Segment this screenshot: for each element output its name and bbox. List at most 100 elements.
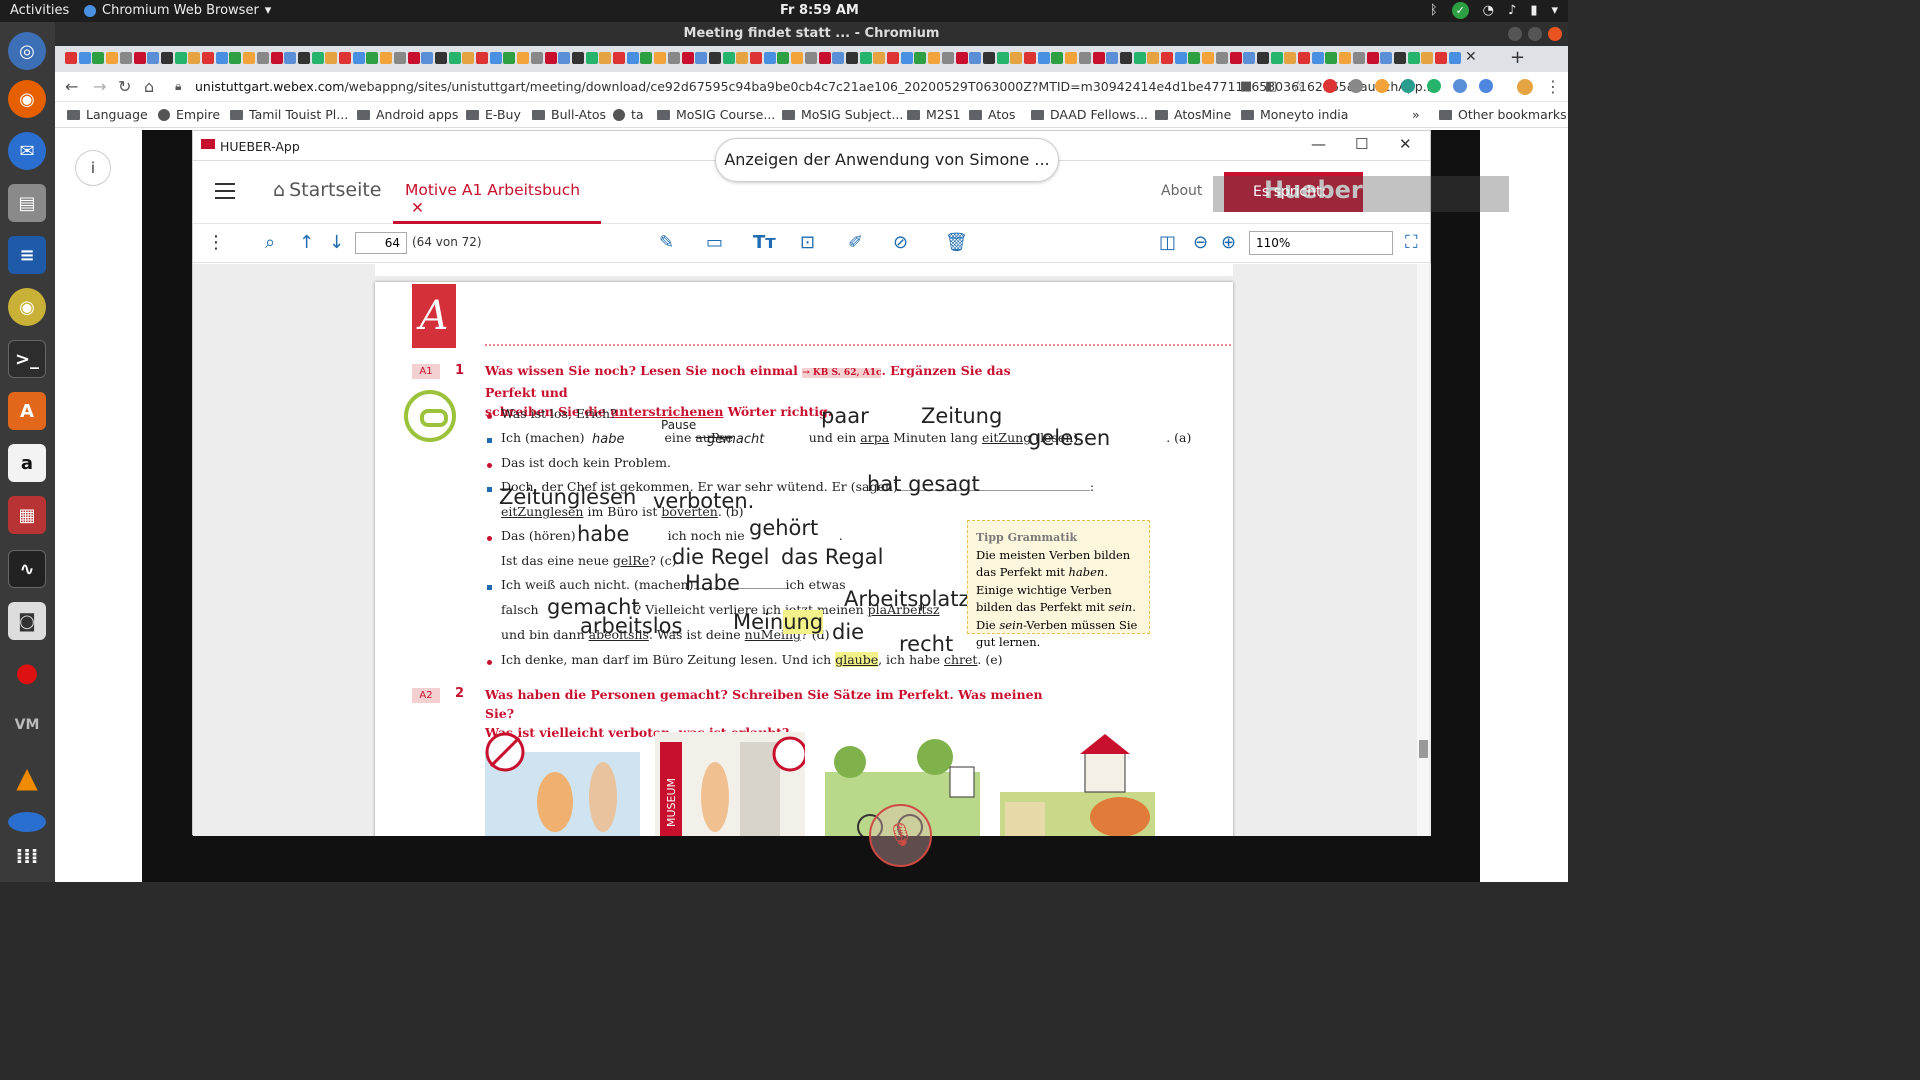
minimize-button[interactable] (1508, 27, 1522, 41)
tab-favicon[interactable] (845, 52, 858, 64)
tab-favicon[interactable] (1010, 52, 1023, 64)
tab-favicon[interactable] (667, 52, 680, 64)
comment-icon[interactable]: ▭ (706, 234, 723, 252)
extension-icon[interactable] (1349, 79, 1363, 93)
tab-favicon[interactable] (1380, 52, 1393, 64)
cherry-icon[interactable]: ● (8, 654, 46, 692)
tab-favicon[interactable] (654, 52, 667, 64)
back-icon[interactable]: ← (65, 77, 78, 96)
tab-favicon[interactable] (1421, 52, 1434, 64)
software-center-icon[interactable]: A (8, 392, 46, 430)
tab-favicon[interactable] (366, 52, 379, 64)
tab-favicon[interactable] (626, 52, 639, 64)
maximize-button[interactable] (1528, 27, 1542, 41)
tab-favicon[interactable] (681, 52, 694, 64)
hamburger-menu-icon[interactable] (215, 183, 235, 204)
menu-icon[interactable]: ⋮ (1545, 77, 1561, 96)
tab-favicon[interactable] (215, 52, 228, 64)
tab-favicon[interactable] (887, 52, 899, 64)
tab-favicon[interactable] (188, 52, 201, 64)
tab-favicon[interactable] (1106, 52, 1119, 64)
activities-button[interactable]: Activities (10, 3, 69, 18)
close-icon[interactable]: ✕ (1399, 135, 1412, 153)
tab-favicon[interactable] (174, 52, 187, 64)
tab-favicon[interactable] (407, 52, 420, 64)
minimize-icon[interactable]: — (1311, 135, 1326, 153)
chromium-launcher-icon[interactable]: ◎ (8, 32, 46, 70)
tab-favicon[interactable] (1448, 52, 1461, 64)
bookmark-item[interactable]: AtosMine (1155, 107, 1231, 122)
writer-icon[interactable]: ≡ (8, 236, 46, 274)
tab-favicon[interactable] (544, 52, 557, 64)
tab-favicon[interactable] (1092, 52, 1105, 64)
vmware-icon[interactable]: VM (8, 706, 46, 744)
tab-favicon[interactable] (585, 52, 598, 64)
tab-favicon[interactable] (571, 52, 584, 64)
bookmarks-overflow-button[interactable]: » (1412, 107, 1420, 122)
tab-favicon[interactable] (147, 52, 160, 64)
tab-favicon[interactable] (1119, 52, 1132, 64)
bookmark-item[interactable]: MoSIG Course... (657, 107, 775, 122)
extension-icon[interactable] (1427, 79, 1441, 93)
tab-favicon[interactable] (750, 52, 762, 64)
tab-favicon[interactable] (1366, 52, 1379, 64)
tab-favicon[interactable] (640, 52, 653, 64)
avatar[interactable] (1517, 79, 1533, 95)
tab-favicon[interactable] (1407, 52, 1420, 64)
bookmark-item[interactable]: ta (613, 107, 644, 122)
bookmark-item[interactable]: M2S1 (907, 107, 961, 122)
tab-favicon[interactable] (160, 52, 173, 64)
tab-favicon[interactable] (65, 52, 77, 64)
app-menu[interactable]: Chromium Web Browser ▾ (84, 3, 271, 18)
tab-favicon[interactable] (1024, 52, 1036, 64)
delete-icon[interactable]: 🗑︎ (945, 234, 968, 252)
tab-favicon[interactable] (599, 52, 612, 64)
clock[interactable]: Fr 8:59 AM (780, 3, 859, 18)
extension-icon[interactable] (1453, 79, 1467, 93)
home-icon[interactable]: ⌂ (144, 77, 154, 96)
files-icon[interactable]: ▤ (8, 184, 46, 222)
page-number-input[interactable]: 64 (355, 232, 407, 254)
fullscreen-icon[interactable]: ⛶ (1405, 234, 1418, 252)
tab-favicon[interactable] (119, 52, 132, 64)
zoom-out-icon[interactable]: ⊖ (1193, 234, 1208, 252)
tab-favicon[interactable] (133, 52, 146, 64)
tab-favicon[interactable] (695, 52, 708, 64)
about-link[interactable]: About (1161, 183, 1202, 199)
tab-favicon[interactable] (818, 52, 831, 64)
tab-favicon[interactable] (763, 52, 776, 64)
sidebar-toggle-icon[interactable]: ◫ (1159, 234, 1176, 252)
tab-favicon[interactable] (969, 52, 982, 64)
tab-favicon[interactable] (311, 52, 324, 64)
tab-favicon[interactable] (1352, 52, 1365, 64)
close-tab-icon[interactable]: ✕ (411, 199, 424, 217)
tab-favicon[interactable] (1188, 52, 1201, 64)
tab-favicon[interactable] (859, 52, 872, 64)
maximize-icon[interactable]: ☐ (1355, 135, 1368, 153)
lock-icon[interactable]: 🔒︎ (175, 79, 181, 94)
tab-favicon[interactable] (777, 52, 790, 64)
tab-favicon[interactable] (462, 52, 475, 64)
tab-favicon[interactable] (256, 52, 269, 64)
tab-favicon[interactable] (476, 52, 488, 64)
tab-favicon[interactable] (78, 52, 91, 64)
tab-favicon[interactable] (380, 52, 393, 64)
reload-icon[interactable]: ↻ (118, 77, 131, 96)
tab-favicon[interactable] (1229, 52, 1242, 64)
bookmark-item[interactable]: Language (67, 107, 148, 122)
tab-favicon[interactable] (900, 52, 913, 64)
tab-favicon[interactable] (1325, 52, 1338, 64)
tab-favicon[interactable] (229, 52, 242, 64)
bookmark-item[interactable]: E-Buy (466, 107, 521, 122)
camera-icon[interactable]: ◙ (8, 602, 46, 640)
next-page-icon[interactable]: ↓ (329, 234, 344, 252)
tab-favicon[interactable] (1202, 52, 1215, 64)
tab-favicon[interactable] (613, 52, 625, 64)
bookmark-item[interactable]: Bull-Atos (532, 107, 606, 122)
tab-favicon[interactable] (1065, 52, 1078, 64)
tab-favicon[interactable] (448, 52, 461, 64)
forward-icon[interactable]: → (93, 77, 106, 96)
tab-favicon[interactable] (421, 52, 434, 64)
tab-favicon[interactable] (1435, 52, 1447, 64)
tab-favicon[interactable] (297, 52, 310, 64)
